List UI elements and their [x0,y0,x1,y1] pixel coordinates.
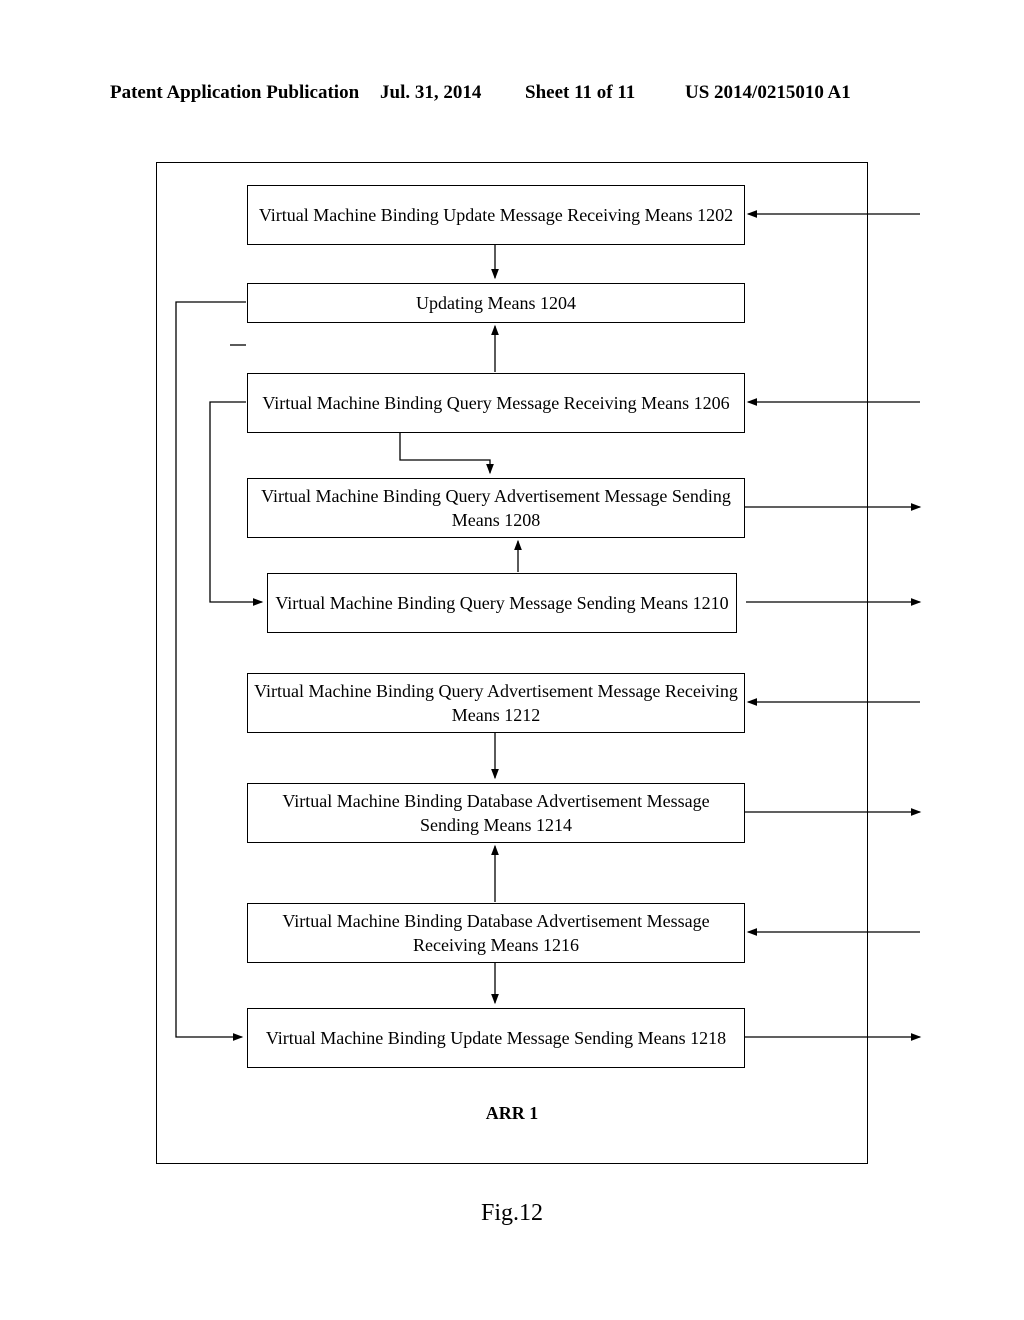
box-1218: Virtual Machine Binding Update Message S… [247,1008,745,1068]
box-1214: Virtual Machine Binding Database Adverti… [247,783,745,843]
box-1216-label: Virtual Machine Binding Database Adverti… [254,909,738,958]
box-1216: Virtual Machine Binding Database Adverti… [247,903,745,963]
box-1202-label: Virtual Machine Binding Update Message R… [259,203,733,227]
box-1218-label: Virtual Machine Binding Update Message S… [266,1026,726,1050]
box-1208-label: Virtual Machine Binding Query Advertisem… [254,484,738,533]
header-sheet: Sheet 11 of 11 [525,82,635,104]
outer-container: Virtual Machine Binding Update Message R… [156,162,868,1164]
box-1212-label: Virtual Machine Binding Query Advertisem… [254,679,738,728]
box-1204-label: Updating Means 1204 [416,291,576,315]
header-publication: Patent Application Publication [110,82,359,104]
header-date: Jul. 31, 2014 [380,82,481,104]
box-1206: Virtual Machine Binding Query Message Re… [247,373,745,433]
box-1210: Virtual Machine Binding Query Message Se… [267,573,737,633]
box-1204: Updating Means 1204 [247,283,745,323]
arr-label: ARR 1 [157,1103,867,1124]
box-1214-label: Virtual Machine Binding Database Adverti… [254,789,738,838]
box-1202: Virtual Machine Binding Update Message R… [247,185,745,245]
page: Patent Application Publication Jul. 31, … [0,0,1024,1320]
header-pubno: US 2014/0215010 A1 [685,82,851,104]
box-1208: Virtual Machine Binding Query Advertisem… [247,478,745,538]
box-1212: Virtual Machine Binding Query Advertisem… [247,673,745,733]
figure-label: Fig.12 [0,1200,1024,1227]
box-1206-label: Virtual Machine Binding Query Message Re… [262,391,729,415]
box-1210-label: Virtual Machine Binding Query Message Se… [275,591,728,615]
